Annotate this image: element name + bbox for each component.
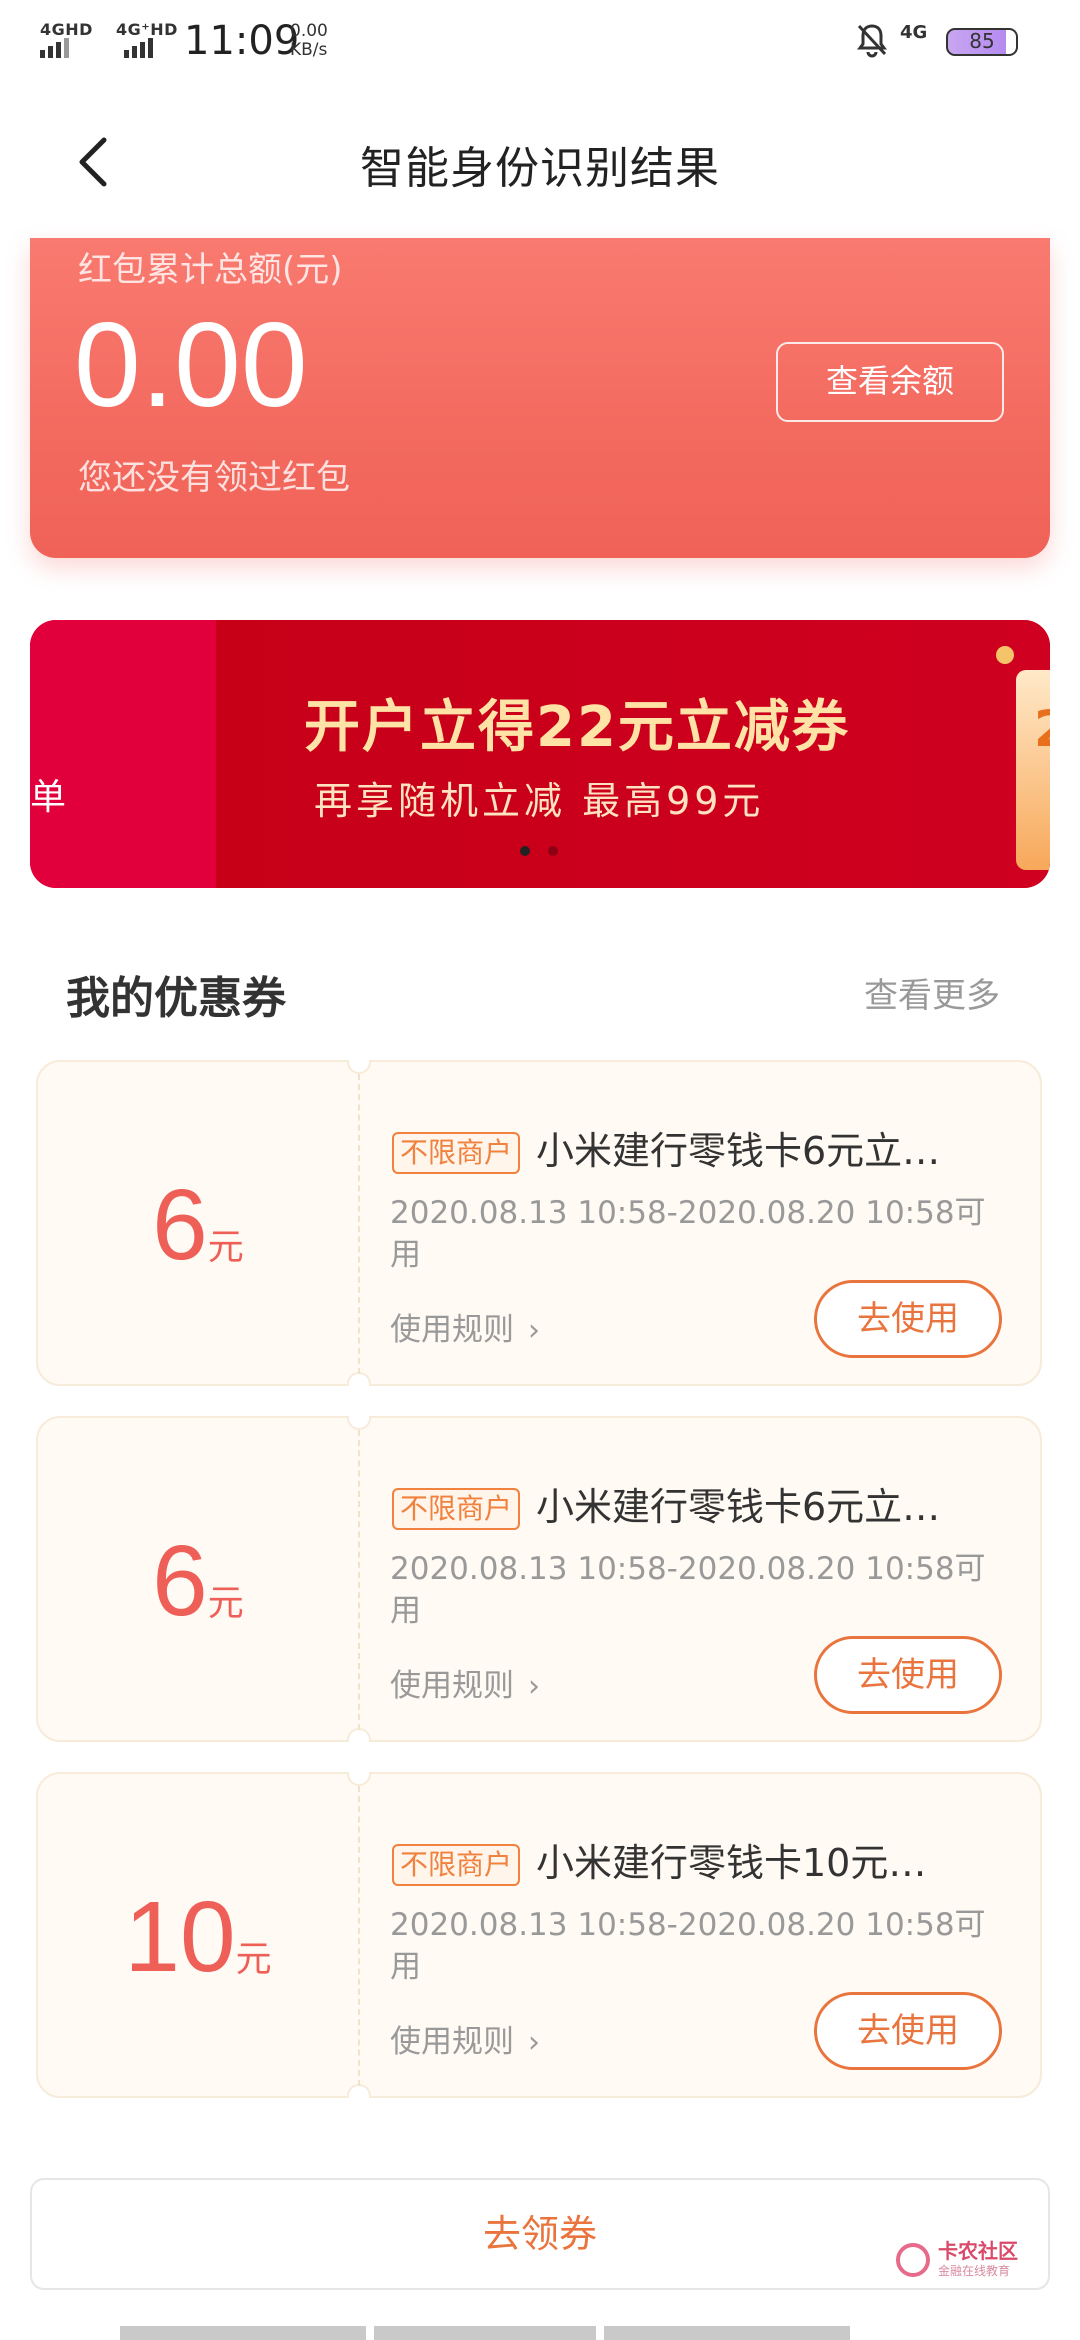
- use-coupon-button[interactable]: 去使用: [814, 1992, 1002, 2070]
- banner-slide-previous: 单: [30, 620, 216, 888]
- usage-rules-link[interactable]: 使用规则 ›: [390, 1660, 540, 1705]
- coupon-amount-value: 6: [152, 1525, 208, 1637]
- usage-rules-link[interactable]: 使用规则 ›: [390, 2016, 540, 2061]
- merchant-tag: 不限商户: [392, 1488, 521, 1530]
- watermark: 卡农社区 金融在线教育: [896, 2240, 1018, 2279]
- coupon-amount: 10元: [38, 1774, 358, 2100]
- watermark-logo-icon: [896, 2242, 930, 2277]
- coupon-name: 小米建行零钱卡6元立…: [536, 1485, 941, 1529]
- coupon-card: 10元 不限商户 小米建行零钱卡10元… 2020.08.13 10:58-20…: [36, 1772, 1042, 2098]
- watermark-name: 卡农社区: [938, 2239, 1018, 2263]
- sim2-label: 4G⁺HD: [116, 20, 178, 39]
- coupon-amount: 6元: [38, 1062, 358, 1388]
- red-packet-card: 红包累计总额(元) 0.00 您还没有领过红包 查看余额: [30, 238, 1050, 558]
- banner-slide-current[interactable]: 开户立得22元立减券 再享随机立减 最高99元 2: [216, 620, 1050, 888]
- status-bar: 4GHD 4G⁺HD 11:09 0.00 KB/s 4G 85: [0, 0, 1080, 80]
- merchant-tag: 不限商户: [392, 1132, 521, 1174]
- red-packet-label: 红包累计总额(元): [78, 250, 343, 290]
- network-type: 4G: [900, 22, 928, 43]
- coupon-amount-unit: 元: [207, 1227, 244, 1268]
- use-coupon-button[interactable]: 去使用: [814, 1636, 1002, 1714]
- usage-rules-label: 使用规则: [390, 2024, 514, 2060]
- coupon-amount-value: 6: [152, 1169, 208, 1281]
- chevron-right-icon: ›: [528, 2025, 540, 2060]
- coupon-validity: 2020.08.13 10:58-2020.08.20 10:58可用: [390, 1195, 986, 1273]
- usage-rules-label: 使用规则: [390, 1668, 514, 1704]
- watermark-slogan: 金融在线教育: [938, 2264, 1011, 2278]
- banner-headline: 开户立得22元立减券: [304, 695, 850, 760]
- promo-banner-carousel[interactable]: 单 开户立得22元立减券 再享随机立减 最高99元 2: [30, 620, 1050, 888]
- banner-subline: 再享随机立减 最高99元: [314, 779, 765, 823]
- merchant-tag: 不限商户: [392, 1844, 521, 1886]
- banner-prev-text: 单: [30, 777, 67, 818]
- coupon-validity: 2020.08.13 10:58-2020.08.20 10:58可用: [390, 1551, 986, 1629]
- coin-icon: [996, 646, 1014, 664]
- page-title: 智能身份识别结果: [360, 143, 720, 194]
- coupon-validity: 2020.08.13 10:58-2020.08.20 10:58可用: [390, 1907, 986, 1985]
- coupon-name: 小米建行零钱卡10元…: [536, 1841, 927, 1885]
- view-more-link[interactable]: 查看更多: [864, 968, 1000, 1017]
- gift-text: 2: [1034, 700, 1050, 758]
- section-title: 我的优惠券: [66, 973, 286, 1024]
- carousel-dot-active: [520, 846, 530, 856]
- coupon-card: 6元 不限商户 小米建行零钱卡6元立… 2020.08.13 10:58-202…: [36, 1060, 1042, 1386]
- speed-unit: KB/s: [290, 40, 328, 60]
- coupon-amount-unit: 元: [235, 1939, 272, 1980]
- red-packet-tip: 您还没有领过红包: [78, 458, 350, 498]
- usage-rules-link[interactable]: 使用规则 ›: [390, 1304, 540, 1349]
- coupon-name: 小米建行零钱卡6元立…: [536, 1129, 941, 1173]
- nav-header: 智能身份识别结果: [0, 80, 1080, 240]
- speed-value: 0.00: [290, 21, 328, 41]
- signal-icon: [124, 38, 153, 58]
- carousel-dot: [548, 846, 558, 856]
- network-speed: 0.00 KB/s: [290, 22, 328, 60]
- red-packet-amount: 0.00: [74, 298, 308, 432]
- bottom-tab-hint: [120, 2326, 850, 2340]
- chevron-right-icon: ›: [528, 1313, 540, 1348]
- coupon-amount: 6元: [38, 1418, 358, 1744]
- chevron-right-icon: ›: [528, 1669, 540, 1704]
- coupon-card: 6元 不限商户 小米建行零钱卡6元立… 2020.08.13 10:58-202…: [36, 1416, 1042, 1742]
- coupon-amount-unit: 元: [207, 1583, 244, 1624]
- battery-icon: 85: [946, 28, 1018, 56]
- signal-icon: [40, 38, 69, 58]
- view-balance-button[interactable]: 查看余额: [776, 342, 1004, 422]
- mute-bell-icon: [857, 24, 887, 58]
- use-coupon-button[interactable]: 去使用: [814, 1280, 1002, 1358]
- sim1-label: 4GHD: [40, 20, 93, 39]
- usage-rules-label: 使用规则: [390, 1312, 514, 1348]
- gift-box-icon: 2: [1016, 670, 1050, 870]
- clock: 11:09: [184, 18, 300, 64]
- carousel-indicator: [520, 846, 558, 856]
- coupon-amount-value: 10: [124, 1881, 236, 1993]
